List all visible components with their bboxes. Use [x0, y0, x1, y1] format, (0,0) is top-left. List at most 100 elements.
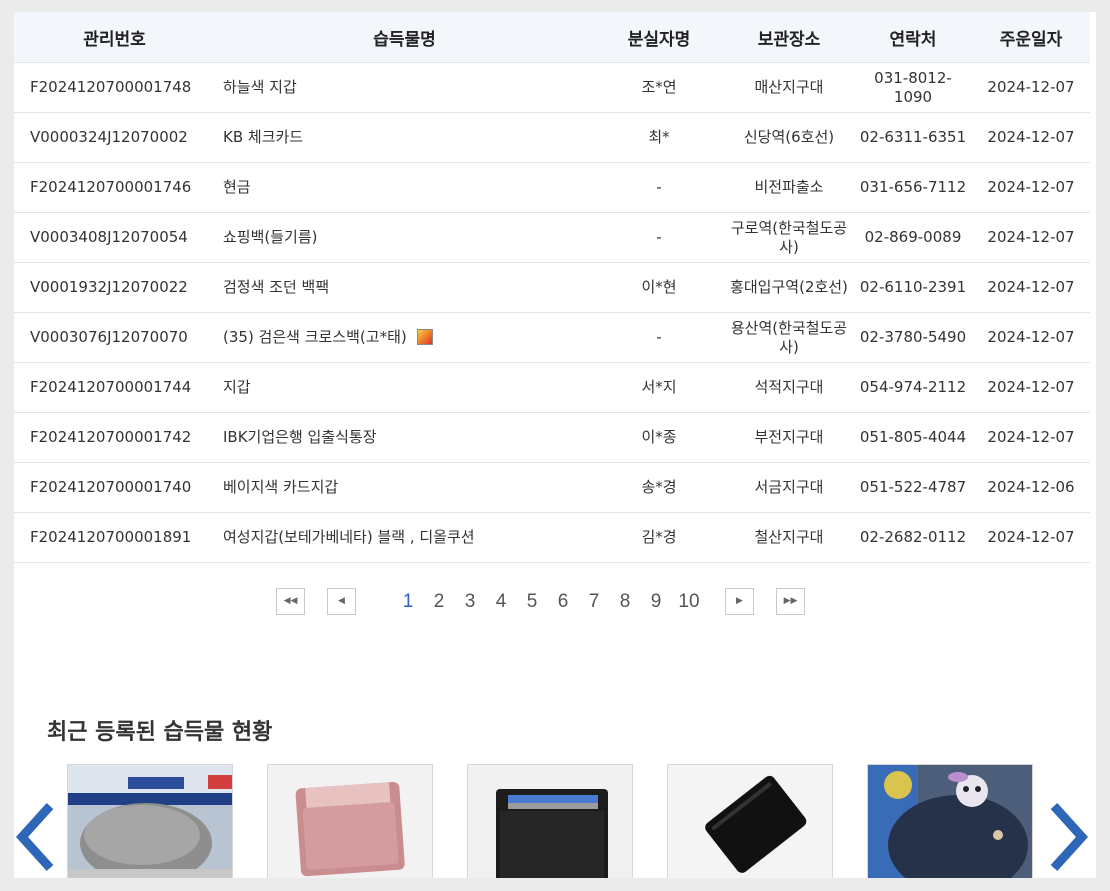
cell-item-name-text[interactable]: 쇼핑백(들기름)	[223, 228, 318, 246]
cell-item-name[interactable]: 현금	[215, 162, 594, 213]
table-row[interactable]: F2024120700001891 여성지갑(보테가베네타) 블랙 , 디올쿠션 김…	[14, 512, 1090, 563]
cell-item-name-text[interactable]: 지갑	[223, 378, 251, 396]
col-header-item: 습득물명	[215, 12, 594, 63]
cell-found-date-text: 2024-12-07	[987, 278, 1075, 296]
cell-storage-place: 철산지구대	[724, 512, 854, 563]
page-link-3[interactable]: 3	[457, 589, 483, 615]
page-link-8[interactable]: 8	[612, 589, 638, 615]
cell-owner-name: -	[594, 212, 724, 263]
cell-found-date-text: 2024-12-07	[987, 178, 1075, 196]
cell-owner-name-text: -	[656, 228, 662, 246]
cell-found-date-text: 2024-12-07	[987, 428, 1075, 446]
cell-storage-place: 서금지구대	[724, 462, 854, 513]
black-wallet-photo	[668, 765, 832, 878]
cell-item-name[interactable]: (35) 검은색 크로스백(고*태)	[215, 312, 594, 363]
cell-contact: 02-6311-6351	[854, 112, 972, 163]
cell-management-number: F2024120700001746	[14, 162, 215, 213]
table-row[interactable]: V0003408J12070054 쇼핑백(들기름) - 구로역(한국철도공사) 02-…	[14, 212, 1090, 263]
cell-item-name-text[interactable]: 검정색 조던 백팩	[223, 278, 329, 296]
cell-contact: 054-974-2112	[854, 362, 972, 413]
cell-owner-name-text: 이*현	[641, 278, 677, 296]
cell-management-number: V0003408J12070054	[14, 212, 215, 263]
chevron-left-icon: ◀	[338, 596, 345, 606]
cell-item-name-text[interactable]: 현금	[223, 178, 251, 196]
page-link-10[interactable]: 10	[676, 589, 702, 615]
cell-owner-name: -	[594, 312, 724, 363]
cell-owner-name-text: 서*지	[641, 378, 677, 396]
page-link-1[interactable]: 1	[395, 589, 421, 615]
table-row[interactable]: F2024120700001742 IBK기업은행 입출식통장 이*종 부전지구대 05…	[14, 412, 1090, 463]
thumbnail-gray-cap[interactable]	[67, 764, 233, 878]
cell-found-date: 2024-12-07	[972, 262, 1090, 313]
cell-item-name[interactable]: 베이지색 카드지갑	[215, 462, 594, 513]
cell-storage-place: 매산지구대	[724, 62, 854, 113]
first-page-button[interactable]: ◀◀	[276, 588, 305, 615]
col-header-owner: 분실자명	[594, 12, 724, 63]
thumbnail-backpack[interactable]	[867, 764, 1033, 878]
next-page-button[interactable]: ▶	[725, 588, 754, 615]
double-chevron-right-icon: ▶▶	[783, 596, 798, 606]
cell-storage-place: 용산역(한국철도공사)	[724, 312, 854, 363]
lost-items-panel: 관리번호 습득물명 분실자명 보관장소 연락처 주운일자 F202412070000174…	[14, 12, 1096, 878]
cell-owner-name: 조*연	[594, 62, 724, 113]
cell-found-date: 2024-12-07	[972, 362, 1090, 413]
prev-page-button[interactable]: ◀	[327, 588, 356, 615]
thumbnail-pink-wallet[interactable]	[267, 764, 433, 878]
cell-management-number: F2024120700001744	[14, 362, 215, 413]
cell-found-date-text: 2024-12-07	[987, 328, 1075, 346]
cell-owner-name: 서*지	[594, 362, 724, 413]
page-link-7[interactable]: 7	[581, 589, 607, 615]
cell-item-name-text[interactable]: (35) 검은색 크로스백(고*태)	[223, 328, 407, 346]
cell-storage-place-text: 비전파출소	[754, 178, 824, 196]
cell-owner-name: -	[594, 162, 724, 213]
cell-management-number-text: F2024120700001748	[30, 78, 192, 96]
table-row[interactable]: F2024120700001744 지갑 서*지 석적지구대 054-974-2112 2…	[14, 362, 1090, 413]
cell-contact-text: 051-522-4787	[859, 478, 967, 496]
cell-item-name-text[interactable]: 여성지갑(보테가베네타) 블랙 , 디올쿠션	[223, 528, 475, 546]
cell-contact: 02-869-0089	[854, 212, 972, 263]
cell-management-number: V0000324J12070002	[14, 112, 215, 163]
table-row[interactable]: V0001932J12070022 검정색 조던 백팩 이*현 홍대입구역(2호선) 0…	[14, 262, 1090, 313]
lost-items-table: 관리번호 습득물명 분실자명 보관장소 연락처 주운일자 F202412070000174…	[14, 12, 1090, 563]
cell-contact-text: 051-805-4044	[859, 428, 967, 446]
cell-management-number: F2024120700001748	[14, 62, 215, 113]
cell-item-name-text[interactable]: 하늘색 지갑	[223, 78, 297, 96]
black-card-wallet-photo	[468, 765, 632, 878]
last-page-button[interactable]: ▶▶	[776, 588, 805, 615]
table-row[interactable]: F2024120700001740 베이지색 카드지갑 송*경 서금지구대 051-52…	[14, 462, 1090, 513]
carousel-prev-button[interactable]	[14, 802, 54, 872]
cell-found-date-text: 2024-12-07	[987, 128, 1075, 146]
page-link-4[interactable]: 4	[488, 589, 514, 615]
table-row[interactable]: F2024120700001748 하늘색 지갑 조*연 매산지구대 031-8012-…	[14, 62, 1090, 113]
pink-card-wallet-photo	[268, 765, 432, 878]
cell-item-name[interactable]: 여성지갑(보테가베네타) 블랙 , 디올쿠션	[215, 512, 594, 563]
cell-item-name[interactable]: IBK기업은행 입출식통장	[215, 412, 594, 463]
table-header-row: 관리번호 습득물명 분실자명 보관장소 연락처 주운일자	[14, 12, 1090, 63]
cell-item-name[interactable]: 하늘색 지갑	[215, 62, 594, 113]
cell-found-date: 2024-12-06	[972, 462, 1090, 513]
page-link-5[interactable]: 5	[519, 589, 545, 615]
table-row[interactable]: V0003076J12070070 (35) 검은색 크로스백(고*태) - 용산역(…	[14, 312, 1090, 363]
cell-item-name-text[interactable]: IBK기업은행 입출식통장	[223, 428, 377, 446]
cell-item-name[interactable]: KB 체크카드	[215, 112, 594, 163]
cell-item-name-text[interactable]: 베이지색 카드지갑	[223, 478, 338, 496]
cell-item-name[interactable]: 쇼핑백(들기름)	[215, 212, 594, 263]
carousel-next-button[interactable]	[1050, 802, 1090, 872]
cell-owner-name: 이*현	[594, 262, 724, 313]
thumbnail-black-wallet[interactable]	[667, 764, 833, 878]
page-link-2[interactable]: 2	[426, 589, 452, 615]
cell-item-name-text[interactable]: KB 체크카드	[223, 128, 303, 146]
page-link-9[interactable]: 9	[643, 589, 669, 615]
cell-management-number: F2024120700001740	[14, 462, 215, 513]
cell-item-name[interactable]: 지갑	[215, 362, 594, 413]
cell-contact-text: 02-2682-0112	[859, 528, 967, 546]
thumbnail-black-card-wallet[interactable]	[467, 764, 633, 878]
table-row[interactable]: F2024120700001746 현금 - 비전파출소 031-656-7112 202…	[14, 162, 1090, 213]
cell-item-name[interactable]: 검정색 조던 백팩	[215, 262, 594, 313]
page-link-6[interactable]: 6	[550, 589, 576, 615]
backpack-with-keychain-photo	[868, 765, 1032, 878]
cell-storage-place-text: 홍대입구역(2호선)	[730, 278, 848, 296]
cell-contact-text: 02-869-0089	[864, 228, 962, 246]
table-row[interactable]: V0000324J12070002 KB 체크카드 최* 신당역(6호선) 02-631…	[14, 112, 1090, 163]
cell-contact-text: 02-6311-6351	[859, 128, 967, 146]
